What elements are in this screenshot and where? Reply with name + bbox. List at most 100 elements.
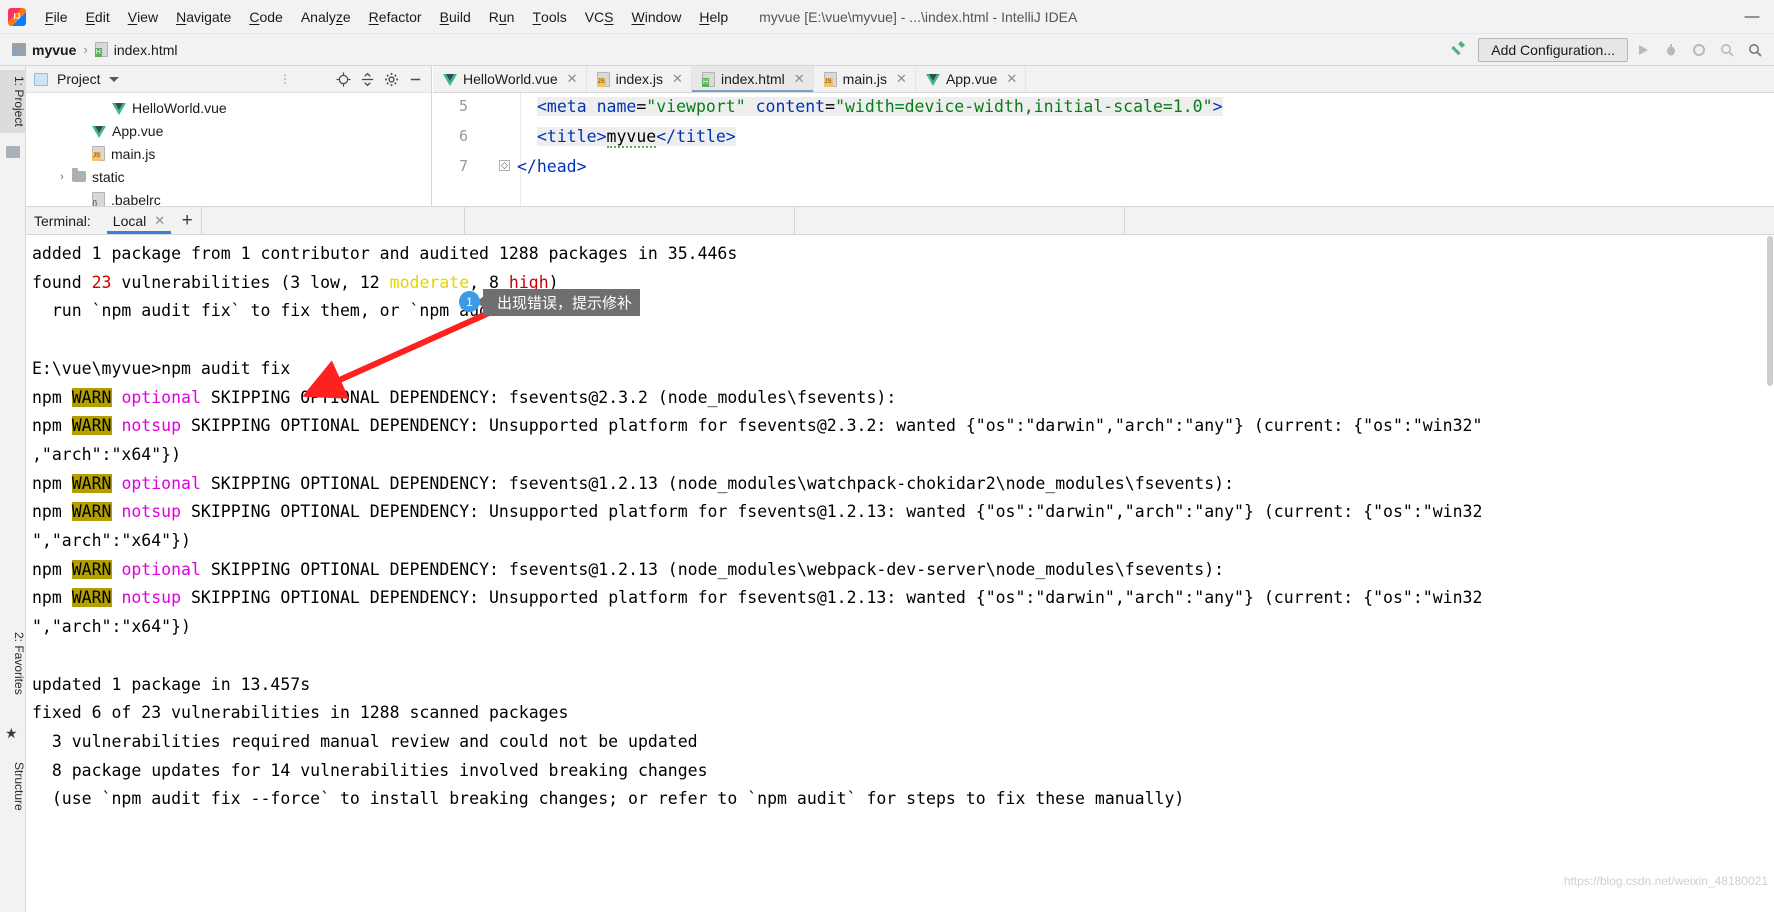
menu-item-analyze[interactable]: Analy z e — [292, 0, 360, 33]
line-number: 5 — [458, 97, 468, 115]
add-configuration-button[interactable]: Add Configuration... — [1478, 37, 1628, 62]
terminal-line: 8 package updates for 14 vulnerabilities… — [32, 757, 1774, 786]
terminal-text: fixed 6 of 23 vulnerabilities in 1288 sc… — [32, 703, 569, 723]
menu-item-tools[interactable]: Tools — [523, 0, 575, 33]
annotation-tooltip: 出现错误，提示修补 — [475, 289, 641, 316]
breadcrumb-file[interactable]: index.html — [93, 42, 180, 58]
search-icon[interactable] — [1742, 37, 1768, 63]
watermark: https://blog.csdn.net/weixin_48180021 — [1563, 874, 1768, 888]
terminal-text: , 12 — [339, 272, 390, 292]
menu-item-code[interactable]: Code — [240, 0, 291, 33]
navigation-bar: myvue › index.html Add Configuration... — [0, 34, 1774, 66]
run-icon[interactable] — [1630, 37, 1656, 63]
tree-item-helloworld-vue[interactable]: HelloWorld.vue — [26, 96, 431, 119]
chevron-down-icon[interactable] — [108, 76, 119, 82]
chevron-right-icon[interactable]: › — [56, 171, 68, 183]
sidebar-item-favorites[interactable]: 2: Favorites — [0, 626, 26, 701]
menu-item-refactor[interactable]: Refactor — [360, 0, 431, 33]
tree-item-app-vue[interactable]: App.vue — [26, 119, 431, 142]
minimize-button[interactable]: — — [1730, 0, 1774, 34]
terminal-text: WARN — [71, 588, 112, 608]
sidebar-item-project[interactable]: 1: Project — [0, 70, 26, 133]
terminal-text: SKIPPING OPTIONAL DEPENDENCY: fsevents@1… — [200, 559, 1225, 579]
code-editor[interactable]: 5 6 7 ◇ <meta name="viewport" content="w… — [433, 93, 1774, 206]
menu-item-view[interactable]: View — [119, 0, 167, 33]
project-tree: HelloWorld.vueApp.vuemain.js›static.babe… — [26, 93, 431, 211]
terminal-text: SKIPPING OPTIONAL DEPENDENCY: Unsupporte… — [181, 416, 1483, 436]
module-icon — [12, 43, 26, 56]
menu-item-window[interactable]: Window — [623, 0, 691, 33]
profile-icon[interactable] — [1714, 37, 1740, 63]
tree-item-static[interactable]: › static — [26, 165, 431, 188]
locate-icon[interactable] — [331, 67, 355, 91]
terminal-text: notsup — [121, 416, 182, 436]
code-token: content — [745, 97, 826, 116]
coverage-icon[interactable] — [1686, 37, 1712, 63]
build-hammer-icon[interactable] — [1448, 38, 1468, 61]
terminal-text: optional — [121, 559, 201, 579]
terminal-line: ","arch":"x64"}) — [32, 613, 1774, 642]
code-line-7: </head> — [517, 157, 587, 176]
close-icon[interactable]: ✕ — [567, 71, 578, 87]
terminal-text: ","arch":"x64"}) — [32, 531, 191, 551]
terminal-line: npm WARN notsup SKIPPING OPTIONAL DEPEND… — [32, 584, 1774, 613]
close-icon[interactable]: ✕ — [1006, 71, 1017, 87]
editor-tab-label: main.js — [842, 71, 888, 87]
terminal-text: 23 — [91, 272, 112, 292]
terminal-spacer — [794, 207, 1124, 234]
menu-item-file[interactable]: File — [36, 0, 77, 33]
tree-item-label: HelloWorld.vue — [132, 99, 227, 116]
gear-icon[interactable] — [379, 67, 403, 91]
debug-icon[interactable] — [1658, 37, 1684, 63]
menu-item-edit[interactable]: Edit — [77, 0, 119, 33]
terminal-spacer — [201, 207, 464, 234]
close-icon[interactable]: ✕ — [896, 71, 907, 87]
menu-item-navigate[interactable]: Navigate — [167, 0, 240, 33]
editor-tab-index-js[interactable]: index.js ✕ — [587, 66, 692, 92]
menu-item-vcs[interactable]: VC S — [576, 0, 623, 33]
folder-icon[interactable] — [6, 146, 20, 158]
editor-tab-app-vue[interactable]: App.vue ✕ — [916, 66, 1027, 92]
collapse-all-icon[interactable] — [355, 67, 379, 91]
editor-tab-main-js[interactable]: main.js ✕ — [814, 66, 916, 92]
close-icon[interactable]: ✕ — [672, 71, 683, 87]
menu-item-build[interactable]: Build — [431, 0, 480, 33]
close-icon[interactable]: ✕ — [794, 71, 805, 87]
terminal-text: notsup — [121, 588, 182, 608]
editor-tab-helloworld-vue[interactable]: HelloWorld.vue ✕ — [433, 66, 587, 92]
star-icon[interactable]: ★ — [5, 726, 18, 740]
terminal-output[interactable]: added 1 package from 1 contributor and a… — [26, 235, 1774, 912]
menu-item-run[interactable]: Run — [480, 0, 524, 33]
code-token: </head> — [517, 157, 587, 176]
close-icon[interactable]: ✕ — [154, 213, 165, 229]
terminal-line: found 23 vulnerabilities (3 low, 12 mode… — [32, 269, 1774, 298]
terminal-text: npm — [32, 559, 72, 579]
tree-item-main-js[interactable]: main.js — [26, 142, 431, 165]
drag-handle-icon[interactable]: ⋮ — [279, 73, 291, 85]
menu-mnemonic: C — [249, 8, 260, 25]
window-controls: — — [1730, 0, 1774, 33]
terminal-scrollbar[interactable] — [1766, 236, 1774, 912]
menu-item-help[interactable]: Help — [690, 0, 737, 33]
terminal-text: WARN — [71, 416, 112, 436]
terminal-line: npm WARN optional SKIPPING OPTIONAL DEPE… — [32, 470, 1774, 499]
js-file-icon — [823, 71, 837, 87]
fold-marker-icon[interactable]: ◇ — [499, 160, 510, 171]
scrollbar-thumb[interactable] — [1767, 236, 1773, 386]
sidebar-item-structure[interactable]: Structure — [0, 756, 26, 817]
terminal-line: updated 1 package in 13.457s — [32, 671, 1774, 700]
new-terminal-button[interactable]: + — [173, 207, 201, 234]
terminal-tab-local[interactable]: Local ✕ — [105, 207, 173, 234]
vue-file-icon — [443, 74, 457, 86]
hide-panel-icon[interactable] — [403, 67, 427, 91]
terminal-text: npm — [32, 502, 72, 522]
breadcrumb-project[interactable]: myvue — [10, 42, 78, 58]
code-token: </title> — [656, 127, 736, 146]
editor-tab-index-html[interactable]: index.html ✕ — [691, 66, 814, 92]
terminal-text: optional — [121, 387, 201, 407]
